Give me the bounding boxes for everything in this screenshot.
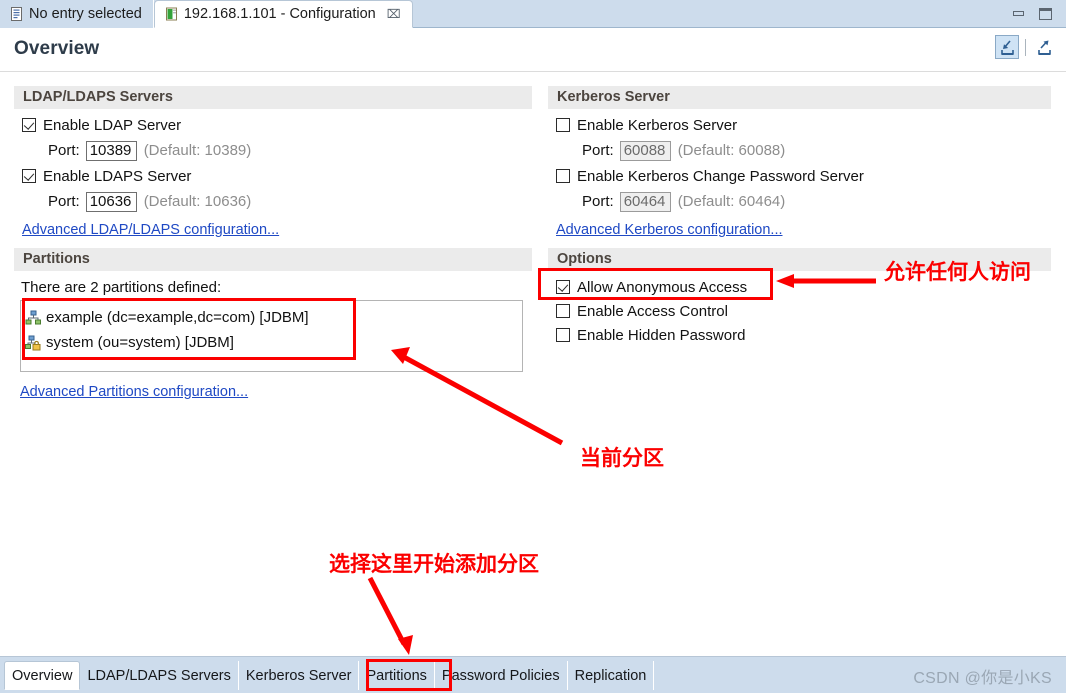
- expand-maximize-icon[interactable]: [1032, 35, 1056, 59]
- restore-icon[interactable]: [1038, 8, 1052, 20]
- ldap-port-default: (Default: 10389): [143, 142, 252, 159]
- section-options: Options Allow Anonymous Access Enable Ac…: [548, 248, 1051, 347]
- list-item[interactable]: system (ou=system) [JDBM]: [25, 330, 522, 355]
- field-ldap-port: Port: 10389 (Default: 10389): [22, 137, 532, 164]
- tab-kerberos-server[interactable]: Kerberos Server: [238, 661, 360, 690]
- tab-label: LDAP/LDAPS Servers: [87, 667, 231, 684]
- section-partitions: Partitions There are 2 partitions define…: [14, 248, 532, 401]
- tab-partitions[interactable]: Partitions: [359, 661, 435, 690]
- port-label: Port:: [582, 193, 614, 210]
- partition-icon: [25, 310, 42, 326]
- checkbox-label: Enable LDAPS Server: [43, 167, 192, 185]
- section-kerberos-server: Kerberos Server Enable Kerberos Server P…: [548, 86, 1051, 239]
- overview-content: LDAP/LDAPS Servers Enable LDAP Server Po…: [0, 73, 1066, 655]
- field-ldaps-port: Port: 10636 (Default: 10636): [22, 188, 532, 215]
- kerberos-changepw-port-input[interactable]: 60464: [619, 191, 671, 212]
- tab-replication[interactable]: Replication: [567, 661, 655, 690]
- window-controls: [1012, 0, 1060, 28]
- partition-label: system (ou=system) [JDBM]: [46, 334, 234, 351]
- tab-label: Password Policies: [441, 667, 560, 684]
- kerberos-port-default: (Default: 60088): [677, 142, 786, 159]
- ldap-port-input[interactable]: 10389: [85, 140, 137, 161]
- left-column: LDAP/LDAPS Servers Enable LDAP Server Po…: [14, 86, 532, 401]
- kerberos-port-input[interactable]: 60088: [619, 140, 671, 161]
- editor-toolbar: [995, 35, 1056, 59]
- checkbox-enable-ldaps-server[interactable]: Enable LDAPS Server: [22, 164, 532, 188]
- ldaps-port-input[interactable]: 10636: [85, 191, 137, 212]
- application-window: No entry selected 192.168.1.101 - Config…: [0, 0, 1066, 693]
- server-config-icon: [165, 7, 178, 21]
- checkbox-enable-kerberos-change-password-server[interactable]: Enable Kerberos Change Password Server: [556, 164, 1051, 188]
- tab-overview[interactable]: Overview: [4, 661, 81, 690]
- checkbox-label: Enable Hidden Password: [577, 326, 746, 344]
- section-ldap-servers: LDAP/LDAPS Servers Enable LDAP Server Po…: [14, 86, 532, 239]
- page-title: Overview: [14, 38, 100, 59]
- right-column: Kerberos Server Enable Kerberos Server P…: [548, 86, 1051, 347]
- editor-header: Overview: [0, 29, 1066, 72]
- port-label: Port:: [48, 142, 80, 159]
- collapse-all-icon[interactable]: [995, 35, 1019, 59]
- section-title-kerberos: Kerberos Server: [548, 86, 1051, 109]
- link-advanced-kerberos-configuration[interactable]: Advanced Kerberos configuration...: [556, 222, 783, 238]
- checkbox-icon[interactable]: [556, 328, 570, 342]
- field-kerberos-changepw-port: Port: 60464 (Default: 60464): [556, 188, 1051, 215]
- close-icon[interactable]: ⌧: [387, 8, 401, 20]
- partitions-count-note: There are 2 partitions defined:: [21, 279, 222, 296]
- checkbox-icon[interactable]: [556, 118, 570, 132]
- partition-locked-icon: [25, 335, 42, 351]
- checkbox-icon[interactable]: [556, 280, 570, 294]
- section-title-options: Options: [548, 248, 1051, 271]
- toolbar-separator: [1025, 38, 1026, 56]
- link-advanced-partitions-configuration[interactable]: Advanced Partitions configuration...: [20, 384, 248, 400]
- list-item[interactable]: example (dc=example,dc=com) [JDBM]: [25, 305, 522, 330]
- section-title-ldap: LDAP/LDAPS Servers: [14, 86, 532, 109]
- checkbox-icon[interactable]: [556, 304, 570, 318]
- kerberos-changepw-port-default: (Default: 60464): [677, 193, 786, 210]
- checkbox-icon[interactable]: [22, 169, 36, 183]
- editor-tab-no-entry-selected[interactable]: No entry selected: [0, 0, 154, 28]
- ldaps-port-default: (Default: 10636): [143, 193, 252, 210]
- section-title-partitions: Partitions: [14, 248, 532, 271]
- checkbox-label: Enable Access Control: [577, 302, 728, 320]
- tab-password-policies[interactable]: Password Policies: [434, 661, 568, 690]
- document-icon: [10, 7, 23, 21]
- bottom-tabs: Overview LDAP/LDAPS Servers Kerberos Ser…: [4, 661, 655, 690]
- tab-label: Replication: [574, 667, 647, 684]
- checkbox-icon[interactable]: [22, 118, 36, 132]
- checkbox-label: Allow Anonymous Access: [577, 278, 748, 296]
- field-kerberos-port: Port: 60088 (Default: 60088): [556, 137, 1051, 164]
- editor-tab-label: 192.168.1.101 - Configuration: [183, 6, 376, 22]
- tab-ldap-ldaps-servers[interactable]: LDAP/LDAPS Servers: [80, 661, 239, 690]
- checkbox-enable-kerberos-server[interactable]: Enable Kerberos Server: [556, 113, 1051, 137]
- editor-tab-label: No entry selected: [29, 6, 142, 22]
- editor-tab-bar: No entry selected 192.168.1.101 - Config…: [0, 0, 1066, 28]
- tab-label: Partitions: [366, 667, 427, 684]
- tab-label: Overview: [12, 667, 73, 684]
- watermark: CSDN @你是小KS: [913, 670, 1052, 687]
- link-advanced-ldap-configuration[interactable]: Advanced LDAP/LDAPS configuration...: [22, 222, 279, 238]
- tab-label: Kerberos Server: [245, 667, 352, 684]
- editor-tab-configuration[interactable]: 192.168.1.101 - Configuration ⌧: [153, 0, 413, 28]
- partitions-list[interactable]: example (dc=example,dc=com) [JDBM] syste…: [20, 300, 523, 372]
- checkbox-allow-anonymous-access[interactable]: Allow Anonymous Access: [556, 275, 1051, 299]
- checkbox-label: Enable Kerberos Change Password Server: [577, 167, 864, 185]
- checkbox-icon[interactable]: [556, 169, 570, 183]
- checkbox-enable-access-control[interactable]: Enable Access Control: [556, 299, 1051, 323]
- minimize-icon[interactable]: [1012, 8, 1026, 20]
- editor-tabs: No entry selected 192.168.1.101 - Config…: [0, 0, 413, 28]
- partition-label: example (dc=example,dc=com) [JDBM]: [46, 309, 309, 326]
- port-label: Port:: [582, 142, 614, 159]
- bottom-tab-bar: Overview LDAP/LDAPS Servers Kerberos Ser…: [0, 656, 1066, 693]
- checkbox-enable-hidden-password[interactable]: Enable Hidden Password: [556, 323, 1051, 347]
- checkbox-label: Enable LDAP Server: [43, 116, 182, 134]
- port-label: Port:: [48, 193, 80, 210]
- checkbox-enable-ldap-server[interactable]: Enable LDAP Server: [22, 113, 532, 137]
- checkbox-label: Enable Kerberos Server: [577, 116, 738, 134]
